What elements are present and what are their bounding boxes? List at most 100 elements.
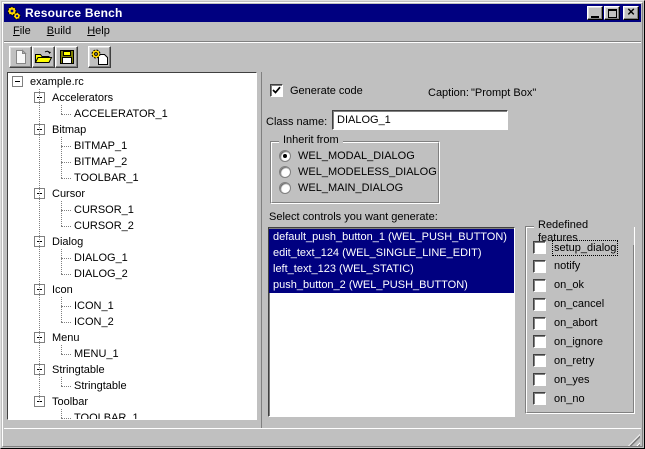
feature-checkbox-on_ok[interactable]: on_ok (533, 279, 634, 292)
feature-checkbox-on_ignore[interactable]: on_ignore (533, 335, 634, 348)
tree-row[interactable]: Icon (8, 282, 256, 298)
tree-item-label[interactable]: Menu (52, 330, 80, 346)
tree-row[interactable]: CURSOR_2 (8, 218, 256, 234)
tree-item-label[interactable]: Cursor (52, 186, 85, 202)
tree-item-label[interactable]: TOOLBAR_1 (74, 170, 139, 186)
tree-connector (61, 226, 71, 227)
feature-checkbox-on_yes[interactable]: on_yes (533, 373, 634, 386)
radio-option-wel_modeless_dialog[interactable]: WEL_MODELESS_DIALOG (279, 166, 437, 178)
tree-connector (61, 418, 71, 419)
tree-row[interactable]: BITMAP_1 (8, 138, 256, 154)
tree-row[interactable]: ACCELERATOR_1 (8, 106, 256, 122)
list-item[interactable]: default_push_button_1 (WEL_PUSH_BUTTON) (269, 229, 514, 245)
inherit-from-group: Inherit from WEL_MODAL_DIALOGWEL_MODELES… (270, 141, 440, 204)
tree-row[interactable]: BITMAP_2 (8, 154, 256, 170)
tree-row[interactable]: Accelerators (8, 90, 256, 106)
tree-row[interactable]: CURSOR_1 (8, 202, 256, 218)
tree-row[interactable]: TOOLBAR_1 (8, 170, 256, 186)
tree-connector (61, 322, 71, 323)
class-name-input[interactable] (332, 110, 508, 130)
tree-item-label[interactable]: ICON_1 (74, 298, 114, 314)
radio-icon (279, 166, 291, 178)
tree-connector (61, 386, 71, 387)
tree-item-label[interactable]: ACCELERATOR_1 (74, 106, 168, 122)
tree-item-label[interactable]: Stringtable (74, 378, 127, 394)
tree-row[interactable]: MENU_1 (8, 346, 256, 362)
tree-connector (61, 297, 62, 322)
tree-item-label[interactable]: TOOLBAR_1 (74, 410, 139, 420)
tree-item-label[interactable]: Toolbar (52, 394, 88, 410)
tree-row[interactable]: Menu (8, 330, 256, 346)
tree-item-label[interactable]: Stringtable (52, 362, 105, 378)
checkbox-icon (533, 317, 546, 330)
menu-bar: FileBuildHelp (4, 22, 641, 41)
tree-connector (61, 114, 71, 115)
tree-item-label[interactable]: MENU_1 (74, 346, 119, 362)
radio-option-wel_main_dialog[interactable]: WEL_MAIN_DIALOG (279, 182, 403, 194)
menu-item-build[interactable]: Build (39, 23, 79, 40)
save-file-button[interactable] (55, 46, 78, 68)
tree-row[interactable]: TOOLBAR_1 (8, 410, 256, 420)
tree-row[interactable]: ICON_1 (8, 298, 256, 314)
new-file-button[interactable] (9, 46, 32, 68)
tree-item-label[interactable]: BITMAP_1 (74, 138, 127, 154)
feature-checkbox-on_retry[interactable]: on_retry (533, 354, 634, 367)
checkbox-icon (533, 260, 546, 273)
checkbox-icon (533, 241, 546, 254)
radio-option-wel_modal_dialog[interactable]: WEL_MODAL_DIALOG (279, 150, 415, 162)
tree-item-label[interactable]: DIALOG_1 (74, 250, 128, 266)
title-bar[interactable]: Resource Bench × (4, 4, 641, 22)
tree-item-label[interactable]: Bitmap (52, 122, 86, 138)
generate-code-checkbox[interactable] (270, 84, 283, 97)
list-item[interactable]: push_button_2 (WEL_PUSH_BUTTON) (269, 277, 514, 293)
feature-checkbox-notify[interactable]: notify (533, 260, 634, 273)
feature-label: on_retry (554, 355, 594, 367)
redefined-features-group: Redefined features setup_dialognotifyon_… (525, 226, 635, 414)
tree-item-label[interactable]: Dialog (52, 234, 83, 250)
tree-expand-box[interactable] (12, 76, 23, 87)
feature-label: on_no (554, 393, 585, 405)
tree-row[interactable]: Bitmap (8, 122, 256, 138)
tree-row[interactable]: Stringtable (8, 362, 256, 378)
open-file-button[interactable] (32, 46, 55, 68)
tree-row[interactable]: Dialog (8, 234, 256, 250)
feature-checkbox-on_cancel[interactable]: on_cancel (533, 298, 634, 311)
tree-item-label[interactable]: BITMAP_2 (74, 154, 127, 170)
tree-item-label[interactable]: Icon (52, 282, 73, 298)
maximize-button[interactable] (604, 6, 620, 20)
tree-item-label[interactable]: ICON_2 (74, 314, 114, 330)
generate-code-label: Generate code (290, 85, 363, 97)
tree-row[interactable]: Cursor (8, 186, 256, 202)
tree-connector (61, 345, 62, 354)
feature-checkbox-setup_dialog[interactable]: setup_dialog (533, 241, 634, 254)
feature-checkbox-on_abort[interactable]: on_abort (533, 317, 634, 330)
tree-connector (61, 105, 62, 114)
tree-row[interactable]: DIALOG_1 (8, 250, 256, 266)
tree-connector (61, 249, 62, 274)
feature-label: on_ok (554, 279, 584, 291)
tree-row[interactable]: DIALOG_2 (8, 266, 256, 282)
new-document-icon (13, 49, 29, 65)
tree-row[interactable]: Toolbar (8, 394, 256, 410)
build-button[interactable] (88, 46, 111, 68)
radio-label: WEL_MAIN_DIALOG (298, 182, 403, 194)
menu-item-file[interactable]: File (5, 23, 39, 40)
list-item[interactable]: edit_text_124 (WEL_SINGLE_LINE_EDIT) (269, 245, 514, 261)
tree-item-label[interactable]: CURSOR_1 (74, 202, 134, 218)
feature-checkbox-on_no[interactable]: on_no (533, 392, 634, 405)
tree-row[interactable]: example.rc (8, 74, 256, 90)
close-button[interactable]: × (623, 6, 639, 20)
tree-row[interactable]: Stringtable (8, 378, 256, 394)
resize-grip[interactable] (627, 434, 640, 447)
tree-row[interactable]: ICON_2 (8, 314, 256, 330)
minimize-button[interactable] (587, 6, 603, 20)
tree-item-label[interactable]: CURSOR_2 (74, 218, 134, 234)
menu-item-help[interactable]: Help (79, 23, 118, 40)
tree-item-label[interactable]: DIALOG_2 (74, 266, 128, 282)
controls-listbox[interactable]: default_push_button_1 (WEL_PUSH_BUTTON)e… (268, 227, 515, 417)
feature-options: setup_dialognotify on_ok on_cancel on_abort… (526, 227, 634, 413)
resource-tree[interactable]: example.rcAcceleratorsACCELERATOR_1Bitma… (7, 72, 257, 420)
tree-item-label[interactable]: Accelerators (52, 90, 113, 106)
tree-item-label[interactable]: example.rc (30, 74, 84, 90)
list-item[interactable]: left_text_123 (WEL_STATIC) (269, 261, 514, 277)
